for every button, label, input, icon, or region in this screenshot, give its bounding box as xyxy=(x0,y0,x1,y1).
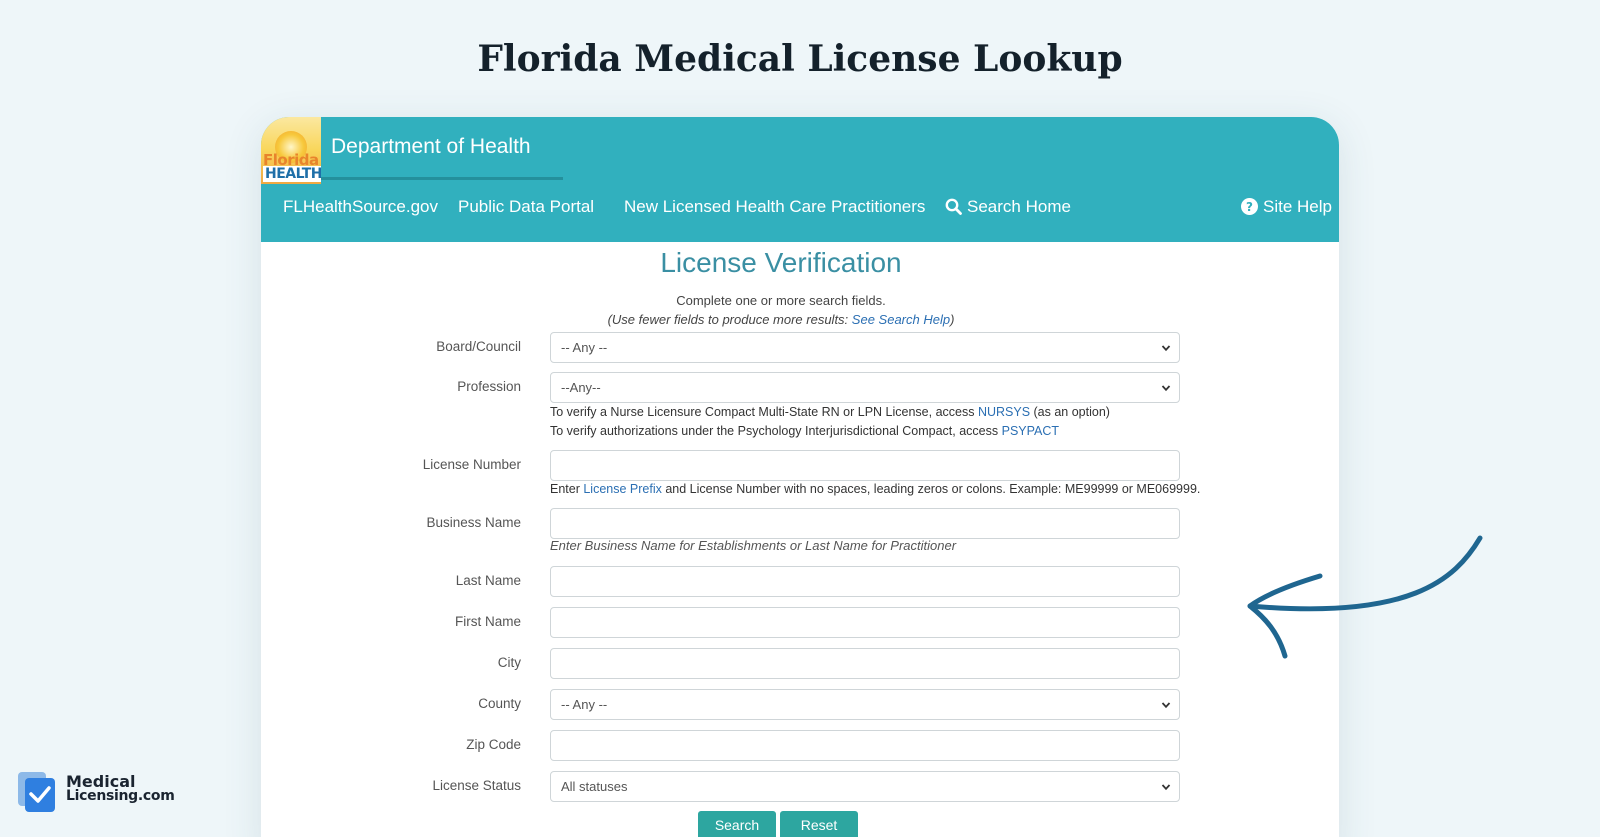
instruction-suffix: ) xyxy=(950,312,955,327)
medicallicensing-brand: Medical Licensing.com xyxy=(18,772,175,819)
nursys-link[interactable]: NURSYS xyxy=(978,405,1030,419)
zip-code-label: Zip Code xyxy=(466,737,521,752)
chevron-down-icon xyxy=(1161,385,1171,392)
first-name-label: First Name xyxy=(454,614,521,629)
county-select[interactable]: -- Any -- xyxy=(550,689,1180,720)
nav-site-help-label: Site Help xyxy=(1263,197,1332,216)
business-name-label: Business Name xyxy=(426,515,521,530)
board-select-value: -- Any -- xyxy=(561,340,608,355)
board-select[interactable]: -- Any -- xyxy=(550,332,1180,363)
brand-line2: Licensing.com xyxy=(66,788,175,804)
psypact-link[interactable]: PSYPACT xyxy=(1002,424,1059,438)
board-label: Board/Council xyxy=(436,339,521,354)
top-nav: FLHealthSource.gov Public Data Portal Ne… xyxy=(261,197,1339,227)
profession-select-value: --Any-- xyxy=(561,380,601,395)
license-status-select-value: All statuses xyxy=(561,779,628,794)
svg-text:?: ? xyxy=(1246,200,1253,214)
license-number-input[interactable] xyxy=(550,450,1180,481)
pointer-arrow-icon xyxy=(1247,535,1483,659)
nav-search-home[interactable]: Search Home xyxy=(945,197,1071,220)
last-name-input[interactable] xyxy=(550,566,1180,597)
nurse-compact-note: To verify a Nurse Licensure Compact Mult… xyxy=(550,405,1110,419)
license-number-note: Enter License Prefix and License Number … xyxy=(550,482,1200,496)
form-instruction-help: (Use fewer fields to produce more result… xyxy=(261,312,1301,327)
city-input[interactable] xyxy=(550,648,1180,679)
header-underline xyxy=(321,177,563,180)
last-name-label: Last Name xyxy=(455,573,521,588)
browser-window: Florida HEALTH Department of Health FLHe… xyxy=(261,117,1339,837)
license-number-label: License Number xyxy=(422,457,521,472)
chevron-down-icon xyxy=(1161,784,1171,791)
nav-flhealthsource[interactable]: FLHealthSource.gov xyxy=(283,197,438,217)
reset-button[interactable]: Reset xyxy=(780,811,858,837)
license-note-suffix: and License Number with no spaces, leadi… xyxy=(661,482,1201,496)
department-title[interactable]: Department of Health xyxy=(331,135,531,159)
florida-health-logo[interactable]: Florida HEALTH xyxy=(261,117,321,184)
business-name-hint: Enter Business Name for Establishments o… xyxy=(550,538,957,553)
profession-label: Profession xyxy=(457,379,521,394)
nav-public-data-portal[interactable]: Public Data Portal xyxy=(458,197,594,217)
psych-compact-note: To verify authorizations under the Psych… xyxy=(550,424,1059,438)
business-name-input[interactable] xyxy=(550,508,1180,539)
profession-select[interactable]: --Any-- xyxy=(550,372,1180,403)
doh-header: Florida HEALTH Department of Health FLHe… xyxy=(261,117,1339,242)
nav-site-help[interactable]: ? Site Help xyxy=(1241,197,1332,220)
search-help-link[interactable]: See Search Help xyxy=(852,312,950,327)
county-label: County xyxy=(478,696,521,711)
city-label: City xyxy=(497,655,521,670)
license-status-select[interactable]: All statuses xyxy=(550,771,1180,802)
brand-name: Medical Licensing.com xyxy=(66,774,175,804)
brand-line1: Medical xyxy=(66,772,136,791)
instruction-prefix: (Use fewer fields to produce more result… xyxy=(607,312,852,327)
license-note-prefix: Enter xyxy=(550,482,584,496)
license-status-label: License Status xyxy=(432,778,521,793)
form-instruction: Complete one or more search fields. xyxy=(676,293,886,308)
form-title: License Verification xyxy=(660,247,902,278)
zip-code-input[interactable] xyxy=(550,730,1180,761)
logo-health-text: HEALTH xyxy=(263,166,321,182)
nurse-note-text: To verify a Nurse Licensure Compact Mult… xyxy=(550,405,978,419)
search-button[interactable]: Search xyxy=(698,811,776,837)
search-icon xyxy=(945,198,962,220)
license-prefix-link[interactable]: License Prefix xyxy=(583,482,662,496)
page-heading: Florida Medical License Lookup xyxy=(477,38,1123,80)
nav-new-licensed-practitioners[interactable]: New Licensed Health Care Practitioners xyxy=(624,197,925,217)
chevron-down-icon xyxy=(1161,345,1171,352)
nav-search-home-label: Search Home xyxy=(967,197,1071,216)
chevron-down-icon xyxy=(1161,702,1171,709)
psych-note-text: To verify authorizations under the Psych… xyxy=(550,424,1002,438)
nurse-note-suffix: (as an option) xyxy=(1030,405,1110,419)
checkmark-logo-icon xyxy=(18,772,55,812)
county-select-value: -- Any -- xyxy=(561,697,608,712)
first-name-input[interactable] xyxy=(550,607,1180,638)
help-icon: ? xyxy=(1241,198,1258,220)
